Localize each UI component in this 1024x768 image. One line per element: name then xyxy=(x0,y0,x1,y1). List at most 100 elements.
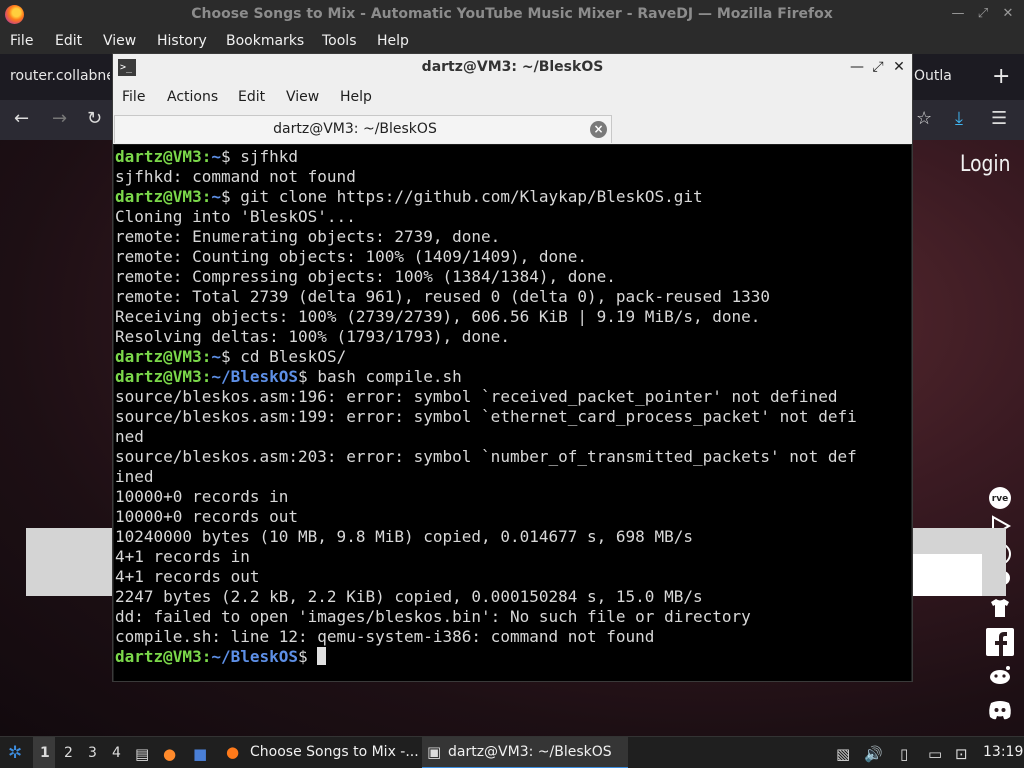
firefox-titlebar: Choose Songs to Mix - Automatic YouTube … xyxy=(0,0,1024,30)
prompt-colon: : xyxy=(201,187,212,206)
terminal-line: remote: Enumerating objects: 2739, done. xyxy=(115,227,501,246)
terminal-menu-help[interactable]: Help xyxy=(340,89,372,105)
display-icon[interactable]: ▭ xyxy=(928,745,942,763)
facebook-icon[interactable] xyxy=(986,628,1014,656)
bookmark-star-icon[interactable]: ☆ xyxy=(916,108,932,129)
menu-help[interactable]: Help xyxy=(377,33,409,49)
workspace-4[interactable]: 4 xyxy=(112,745,121,761)
terminal-line: dartz@VM3:~$ cd BleskOS/ xyxy=(115,347,857,367)
menu-view[interactable]: View xyxy=(103,33,136,49)
terminal-line: dartz@VM3:~/BleskOS$ bash compile.sh xyxy=(115,367,857,387)
discord-icon[interactable] xyxy=(986,698,1014,722)
network-icon[interactable]: ⊡ xyxy=(955,745,968,763)
prompt-user: dartz@VM3 xyxy=(115,347,202,366)
prompt-command: $ bash compile.sh xyxy=(298,367,462,386)
terminal-line: Cloning into 'BleskOS'... xyxy=(115,207,356,226)
terminal-maximize-icon[interactable]: ⤢ xyxy=(870,58,886,76)
task-firefox-label: Choose Songs to Mix -... xyxy=(250,744,419,760)
firefox-launcher-icon[interactable]: ● xyxy=(163,745,176,763)
terminal-menu-view[interactable]: View xyxy=(286,89,319,105)
terminal-menu-actions[interactable]: Actions xyxy=(167,89,218,105)
menu-bookmarks[interactable]: Bookmarks xyxy=(226,33,304,49)
reddit-icon[interactable] xyxy=(986,662,1014,686)
new-tab-button[interactable]: + xyxy=(992,64,1010,89)
menu-edit[interactable]: Edit xyxy=(55,33,82,49)
terminal-menu-edit[interactable]: Edit xyxy=(238,89,265,105)
terminal-tab-label: dartz@VM3: ~/BleskOS xyxy=(273,121,437,137)
close-icon[interactable]: ✕ xyxy=(999,5,1017,23)
tab-outlook[interactable]: Outla xyxy=(914,68,964,84)
terminal-line: source/bleskos.asm:196: error: symbol `r… xyxy=(115,387,838,406)
terminal-line: 10000+0 records out xyxy=(115,507,299,526)
terminal-window-title: dartz@VM3: ~/BleskOS xyxy=(421,59,604,75)
firefox-icon: ● xyxy=(226,743,240,761)
task-terminal[interactable]: ▣ dartz@VM3: ~/BleskOS xyxy=(422,737,628,768)
terminal-line: dartz@VM3:~/BleskOS$ xyxy=(115,647,857,667)
terminal-line: remote: Compressing objects: 100% (1384/… xyxy=(115,267,616,286)
task-firefox[interactable]: ● Choose Songs to Mix -... xyxy=(224,737,420,768)
terminal-line: Receiving objects: 100% (2739/2739), 606… xyxy=(115,307,761,326)
taskbar: ✲ 1 2 3 4 ▤ ● ■ ● Choose Songs to Mix -.… xyxy=(0,736,1024,768)
prompt-command: $ xyxy=(298,647,318,666)
terminal-line: compile.sh: line 12: qemu-system-i386: c… xyxy=(115,627,655,646)
rave-icon[interactable]: rve xyxy=(986,486,1014,510)
terminal-line: source/bleskos.asm:199: error: symbol `e… xyxy=(115,407,857,426)
workspace-2[interactable]: 2 xyxy=(64,745,73,761)
prompt-command: $ cd BleskOS/ xyxy=(220,347,347,366)
clipboard-icon[interactable]: ▯ xyxy=(900,745,908,763)
terminal-output[interactable]: dartz@VM3:~$ sjfhkd sjfhkd: command not f… xyxy=(114,145,911,681)
terminal-minimize-icon[interactable]: — xyxy=(849,58,865,76)
terminal-close-icon[interactable]: ✕ xyxy=(891,58,907,76)
prompt-command: $ git clone https://github.com/Klaykap/B… xyxy=(220,187,703,206)
reload-icon[interactable]: ↻ xyxy=(87,108,102,129)
prompt-user: dartz@VM3 xyxy=(115,147,202,166)
menu-history[interactable]: History xyxy=(157,33,207,49)
prompt-colon: : xyxy=(201,347,212,366)
clock: 13:19 xyxy=(983,744,1024,760)
tray-box-icon[interactable]: ▧ xyxy=(836,745,850,763)
prompt-path: ~ xyxy=(211,347,221,366)
minimize-icon[interactable]: — xyxy=(949,5,967,23)
terminal-titlebar[interactable]: >_ dartz@VM3: ~/BleskOS — ⤢ ✕ xyxy=(113,54,912,82)
terminal-line: dd: failed to open 'images/bleskos.bin':… xyxy=(115,607,751,626)
terminal-line: remote: Total 2739 (delta 961), reused 0… xyxy=(115,287,771,306)
login-link[interactable]: Login xyxy=(960,152,1010,177)
terminal-line: remote: Counting objects: 100% (1409/140… xyxy=(115,247,588,266)
terminal-line: ined xyxy=(115,467,154,486)
terminal-window: >_ dartz@VM3: ~/BleskOS — ⤢ ✕ File Actio… xyxy=(112,53,913,682)
menu-file[interactable]: File xyxy=(10,33,33,49)
workspace-1[interactable]: 1 xyxy=(40,745,50,761)
file-manager-icon[interactable]: ▤ xyxy=(135,745,149,763)
terminal-line: 4+1 records in xyxy=(115,547,250,566)
back-icon[interactable]: ← xyxy=(14,108,29,129)
forward-icon[interactable]: → xyxy=(52,108,67,129)
prompt-command: $ sjfhkd xyxy=(220,147,299,166)
tab-close-icon[interactable]: × xyxy=(590,121,607,138)
menu-tools[interactable]: Tools xyxy=(322,33,357,49)
prompt-path: ~/BleskOS xyxy=(211,367,299,386)
volume-icon[interactable]: 🔊 xyxy=(864,745,883,763)
terminal-task-icon: ▣ xyxy=(427,743,442,761)
task-terminal-label: dartz@VM3: ~/BleskOS xyxy=(448,744,612,760)
terminal-line: dartz@VM3:~$ git clone https://github.co… xyxy=(115,187,857,207)
workspace-3[interactable]: 3 xyxy=(88,745,97,761)
terminal-tabbar: dartz@VM3: ~/BleskOS × xyxy=(113,114,912,144)
terminal-tab[interactable]: dartz@VM3: ~/BleskOS × xyxy=(114,115,612,143)
prompt-user: dartz@VM3 xyxy=(115,647,202,666)
prompt-colon: : xyxy=(201,147,212,166)
maximize-icon[interactable]: ⤢ xyxy=(974,5,992,23)
terminal-menu-file[interactable]: File xyxy=(122,89,145,105)
hamburger-menu-icon[interactable]: ☰ xyxy=(991,108,1007,129)
desktop-icon[interactable]: ■ xyxy=(193,745,207,763)
firefox-window-title: Choose Songs to Mix - Automatic YouTube … xyxy=(191,6,833,22)
start-menu-icon[interactable]: ✲ xyxy=(8,743,22,763)
prompt-colon: : xyxy=(201,367,212,386)
tab-router[interactable]: router.collabne xyxy=(10,68,110,84)
downloads-icon[interactable]: ⤓ xyxy=(955,108,963,129)
terminal-menubar: File Actions Edit View Help xyxy=(113,82,912,114)
prompt-path: ~ xyxy=(211,147,221,166)
prompt-user: dartz@VM3 xyxy=(115,187,202,206)
terminal-line: dartz@VM3:~$ sjfhkd xyxy=(115,147,857,167)
terminal-line: source/bleskos.asm:203: error: symbol `n… xyxy=(115,447,857,466)
tshirt-icon[interactable] xyxy=(986,596,1014,620)
